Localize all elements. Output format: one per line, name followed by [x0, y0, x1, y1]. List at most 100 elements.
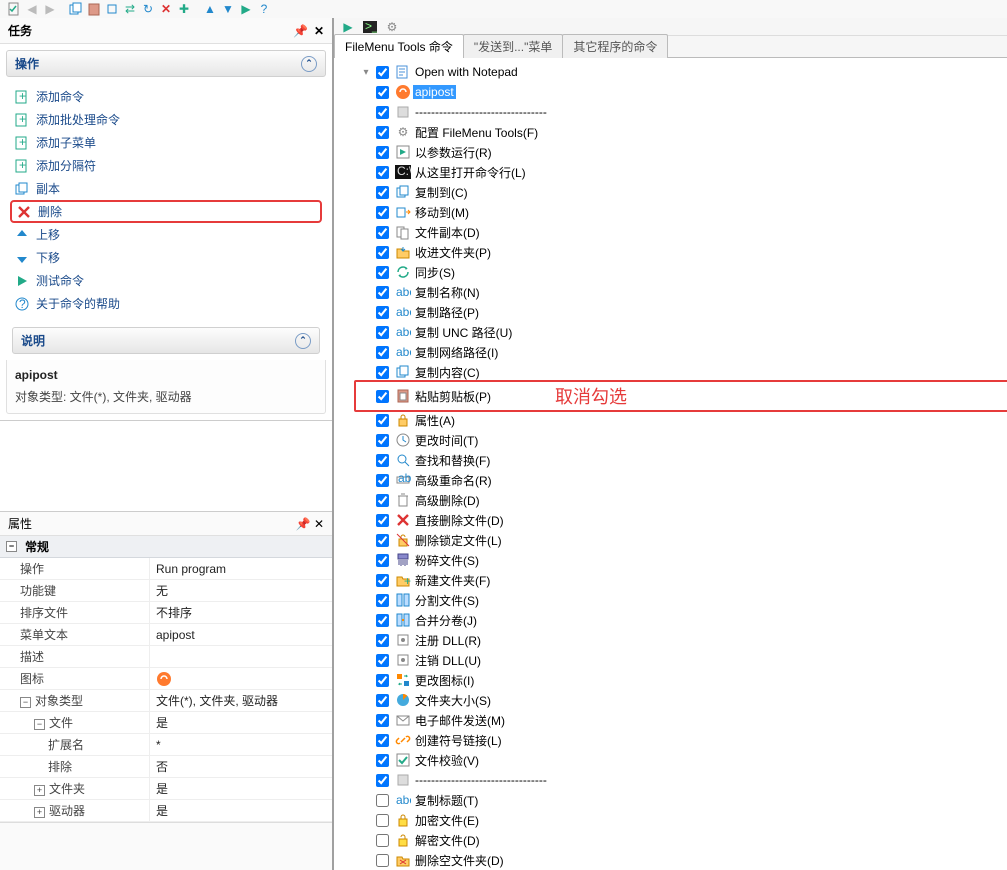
tree-checkbox[interactable] — [376, 166, 389, 179]
tree-checkbox[interactable] — [376, 286, 389, 299]
op-down[interactable]: 下移 — [10, 246, 322, 269]
tree-item[interactable]: +新建文件夹(F) — [340, 570, 1001, 590]
close-icon[interactable]: ✕ — [314, 517, 324, 531]
tree-checkbox[interactable] — [376, 814, 389, 827]
tab-sendto[interactable]: "发送到..."菜单 — [463, 34, 564, 58]
op-delete[interactable]: 删除 — [10, 200, 322, 223]
op-up[interactable]: 上移 — [10, 223, 322, 246]
prop-value[interactable]: 是 — [150, 778, 332, 799]
tree-checkbox[interactable] — [376, 474, 389, 487]
tree-checkbox[interactable] — [376, 854, 389, 867]
prop-value[interactable]: 不排序 — [150, 602, 332, 623]
tree-checkbox[interactable] — [376, 554, 389, 567]
tree-checkbox[interactable] — [376, 794, 389, 807]
tree-item[interactable]: 粘贴剪贴板(P)取消勾选 — [340, 382, 1001, 410]
prop-row[interactable]: 排除否 — [0, 756, 332, 778]
prop-row[interactable]: −文件是 — [0, 712, 332, 734]
prop-row[interactable]: +文件夹是 — [0, 778, 332, 800]
tree-checkbox[interactable] — [376, 326, 389, 339]
tree-checkbox[interactable] — [376, 106, 389, 119]
tree-item[interactable]: 以参数运行(R) — [340, 142, 1001, 162]
collapse-icon[interactable]: − — [6, 541, 17, 552]
tree-item[interactable]: --------------------------------- — [340, 102, 1001, 122]
tab-other[interactable]: 其它程序的命令 — [562, 34, 668, 58]
tree-item[interactable]: 属性(A) — [340, 410, 1001, 430]
op-help[interactable]: ?关于命令的帮助 — [10, 292, 322, 315]
tree-item[interactable]: 高级删除(D) — [340, 490, 1001, 510]
close-icon[interactable]: ✕ — [314, 24, 324, 38]
collapse-icon[interactable]: − — [34, 719, 45, 730]
tree-item[interactable]: 删除空文件夹(D) — [340, 850, 1001, 870]
tree-checkbox[interactable] — [376, 86, 389, 99]
term-icon[interactable]: >_ — [362, 19, 378, 35]
tree-item[interactable]: 同步(S) — [340, 262, 1001, 282]
pin-icon[interactable]: 📌 — [293, 24, 308, 38]
prop-row[interactable]: 菜单文本apipost — [0, 624, 332, 646]
tree-checkbox[interactable] — [376, 306, 389, 319]
copy-icon[interactable] — [68, 1, 84, 17]
tree-item[interactable]: --------------------------------- — [340, 770, 1001, 790]
tree-checkbox[interactable] — [376, 186, 389, 199]
prop-value[interactable]: 文件(*), 文件夹, 驱动器 — [150, 690, 332, 711]
prop-value[interactable]: Run program — [150, 558, 332, 579]
prop-row[interactable]: 操作Run program — [0, 558, 332, 580]
tree-checkbox[interactable] — [376, 834, 389, 847]
prop-row[interactable]: 图标 — [0, 668, 332, 690]
tree-item[interactable]: abc复制 UNC 路径(U) — [340, 322, 1001, 342]
tree-checkbox[interactable] — [376, 574, 389, 587]
prop-value[interactable]: 否 — [150, 756, 332, 777]
tree-item[interactable]: abc复制标题(T) — [340, 790, 1001, 810]
tree-item[interactable]: ab高级重命名(R) — [340, 470, 1001, 490]
tree-checkbox[interactable] — [376, 146, 389, 159]
tree-checkbox[interactable] — [376, 434, 389, 447]
toggle-icon[interactable]: ▾ — [360, 66, 372, 78]
tree-item[interactable]: ▾Open with Notepad — [340, 62, 1001, 82]
tree-item[interactable]: 粉碎文件(S) — [340, 550, 1001, 570]
op-add-batch[interactable]: +添加批处理命令 — [10, 108, 322, 131]
tree-checkbox[interactable] — [376, 266, 389, 279]
tree-item[interactable]: 更改图标(I) — [340, 670, 1001, 690]
tree-checkbox[interactable] — [376, 614, 389, 627]
tree-checkbox[interactable] — [376, 454, 389, 467]
tree-checkbox[interactable] — [376, 514, 389, 527]
down-icon[interactable]: ▼ — [220, 1, 236, 17]
tree-checkbox[interactable] — [376, 674, 389, 687]
tree-item[interactable]: 分割文件(S) — [340, 590, 1001, 610]
expand-icon[interactable]: + — [34, 807, 45, 818]
tree-item[interactable]: 复制内容(C) — [340, 362, 1001, 382]
prop-value[interactable]: 无 — [150, 580, 332, 601]
command-tree[interactable]: ▾Open with Notepadapipost---------------… — [334, 58, 1007, 870]
tree-item[interactable]: 直接删除文件(D) — [340, 510, 1001, 530]
prop-value[interactable]: 是 — [150, 800, 332, 821]
tree-checkbox[interactable] — [376, 390, 389, 403]
tree-item[interactable]: 复制到(C) — [340, 182, 1001, 202]
tree-checkbox[interactable] — [376, 634, 389, 647]
paste-icon[interactable] — [86, 1, 102, 17]
prop-row[interactable]: 排序文件不排序 — [0, 602, 332, 624]
op-add-cmd[interactable]: +添加命令 — [10, 85, 322, 108]
tree-item[interactable]: apipost — [340, 82, 1001, 102]
tree-checkbox[interactable] — [376, 246, 389, 259]
fwd-icon[interactable]: ▶ — [42, 1, 58, 17]
tree-checkbox[interactable] — [376, 714, 389, 727]
desc-accordion-header[interactable]: 说明 ⌃ — [12, 327, 320, 354]
back-icon[interactable]: ◀ — [24, 1, 40, 17]
del-icon[interactable]: ✕ — [158, 1, 174, 17]
tree-checkbox[interactable] — [376, 654, 389, 667]
tree-item[interactable]: 文件夹大小(S) — [340, 690, 1001, 710]
tree-checkbox[interactable] — [376, 694, 389, 707]
tree-checkbox[interactable] — [376, 494, 389, 507]
prop-value[interactable]: 是 — [150, 712, 332, 733]
op-add-sep[interactable]: +添加分隔符 — [10, 154, 322, 177]
tree-item[interactable]: abc复制路径(P) — [340, 302, 1001, 322]
collapse-icon[interactable]: − — [20, 697, 31, 708]
prop-row[interactable]: −对象类型文件(*), 文件夹, 驱动器 — [0, 690, 332, 712]
check-doc-icon[interactable] — [6, 1, 22, 17]
tree-item[interactable]: 文件校验(V) — [340, 750, 1001, 770]
reload-icon[interactable]: ↻ — [140, 1, 156, 17]
prop-value[interactable]: * — [150, 734, 332, 755]
tree-item[interactable]: 删除锁定文件(L) — [340, 530, 1001, 550]
tree-item[interactable]: 合并分卷(J) — [340, 610, 1001, 630]
tree-checkbox[interactable] — [376, 594, 389, 607]
tree-item[interactable]: 收进文件夹(P) — [340, 242, 1001, 262]
